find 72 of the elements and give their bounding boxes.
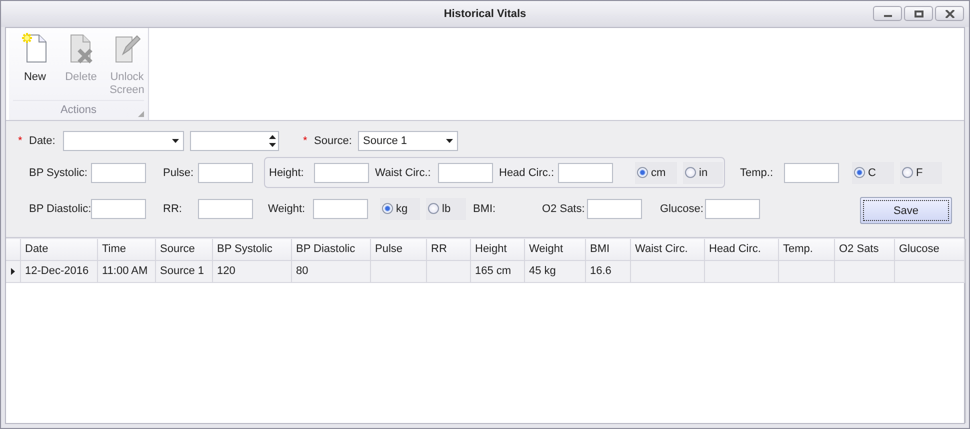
field-label: Pulse: — [163, 166, 195, 178]
dialog-launcher-icon[interactable] — [138, 111, 144, 117]
new-document-icon — [21, 32, 49, 64]
field-label: Temp.: — [740, 166, 774, 178]
column-header[interactable]: Time — [98, 239, 156, 260]
required-marker: * — [303, 135, 308, 147]
column-header[interactable]: O2 Sats — [835, 239, 895, 260]
field-label: BMI: — [473, 202, 497, 214]
table-cell: 11:00 AM — [98, 261, 156, 282]
radio-button[interactable]: cm — [635, 162, 677, 184]
close-button[interactable] — [935, 6, 964, 21]
dropdown-arrow-icon — [446, 139, 453, 143]
column-header[interactable]: BMI — [586, 239, 631, 260]
input-field[interactable] — [91, 162, 146, 182]
group-label: Actions — [60, 104, 97, 116]
table-cell: Source 1 — [156, 261, 213, 282]
table-cell: 165 cm — [471, 261, 525, 282]
column-header[interactable]: Temp. — [779, 239, 835, 260]
input-field[interactable] — [313, 198, 368, 218]
dropdown-arrow-icon — [172, 139, 179, 143]
input-field[interactable] — [438, 162, 493, 182]
field-label: Height: — [269, 166, 305, 178]
column-header[interactable]: Pulse — [371, 239, 427, 260]
time-spinner[interactable] — [190, 131, 279, 151]
column-header[interactable]: BP Diastolic — [292, 239, 371, 260]
table-cell: 80 — [292, 261, 371, 282]
radio-button[interactable]: F — [900, 162, 942, 184]
spinner-arrows-icon — [269, 135, 276, 147]
column-header[interactable]: Weight — [525, 239, 586, 260]
field-label: Date: — [29, 135, 56, 147]
new-button[interactable]: New — [15, 32, 55, 100]
window-title: Historical Vitals — [444, 8, 526, 20]
field-label: BP Systolic: — [29, 166, 88, 178]
column-header[interactable]: RR — [427, 239, 471, 260]
radio-button[interactable]: C — [852, 162, 894, 184]
required-marker: * — [18, 135, 24, 147]
column-header[interactable]: Height — [471, 239, 525, 260]
date-dropdown[interactable] — [63, 131, 184, 151]
field-label: RR: — [163, 202, 183, 214]
maximize-icon — [914, 10, 924, 18]
minimize-button[interactable] — [873, 6, 902, 21]
source-dropdown[interactable]: Source 1 — [358, 131, 458, 151]
radio-button[interactable]: lb — [426, 198, 466, 220]
column-header[interactable]: BP Systolic — [213, 239, 292, 260]
input-field[interactable] — [705, 198, 760, 218]
column-header[interactable]: Date — [21, 239, 98, 260]
maximize-button[interactable] — [904, 6, 933, 21]
save-button[interactable]: Save — [860, 197, 952, 224]
input-field[interactable] — [314, 162, 369, 182]
field-label: Head Circ.: — [499, 166, 556, 178]
column-header[interactable]: Head Circ. — [705, 239, 779, 260]
table-cell: 16.6 — [586, 261, 631, 282]
field-label: Weight: — [268, 202, 306, 214]
close-icon — [944, 10, 954, 18]
field-label: O2 Sats: — [542, 202, 586, 214]
table-cell: 45 kg — [525, 261, 586, 282]
field-label: Glucose: — [660, 202, 704, 214]
column-header[interactable]: Waist Circ. — [631, 239, 705, 260]
input-field[interactable] — [91, 198, 146, 218]
field-label: Waist Circ.: — [375, 166, 432, 178]
input-field[interactable] — [198, 162, 253, 182]
column-header[interactable]: Source — [156, 239, 213, 260]
input-field[interactable] — [558, 162, 613, 182]
radio-button[interactable]: in — [683, 162, 723, 184]
table-cell: 120 — [213, 261, 292, 282]
input-field[interactable] — [198, 198, 253, 218]
field-label: Source: — [314, 135, 353, 147]
radio-button[interactable]: kg — [380, 198, 420, 220]
field-label: BP Diastolic: — [29, 202, 91, 214]
input-field[interactable] — [784, 162, 839, 182]
input-field[interactable] — [587, 198, 642, 218]
table-cell: 12-Dec-2016 — [21, 261, 98, 282]
